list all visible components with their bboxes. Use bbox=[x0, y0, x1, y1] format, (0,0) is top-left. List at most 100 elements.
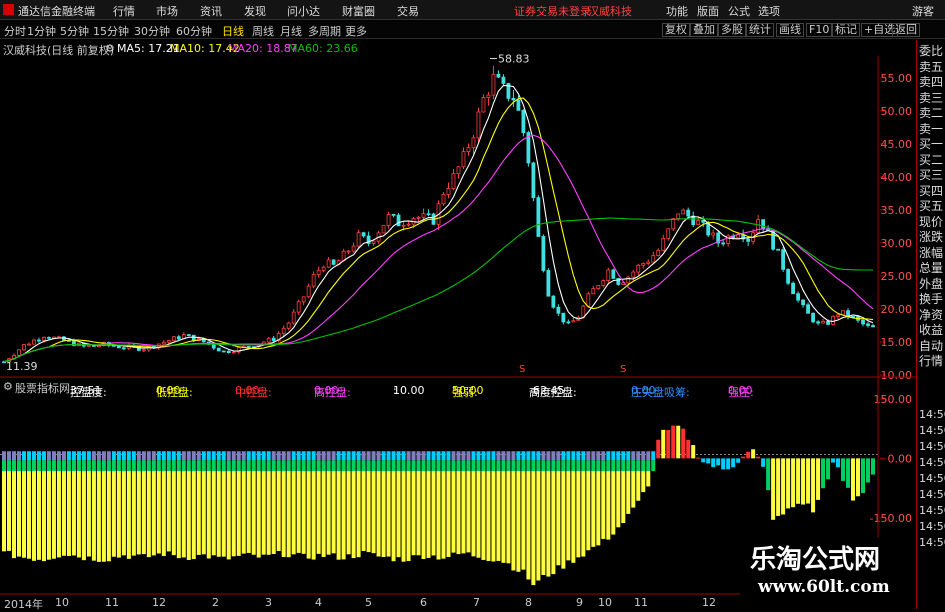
candle-body bbox=[546, 270, 551, 297]
indicator-band-top bbox=[281, 451, 286, 461]
indicator-band-green bbox=[546, 460, 551, 472]
indicator-band-green bbox=[351, 460, 356, 472]
indicator-bar bbox=[226, 471, 231, 560]
indicator-band-green bbox=[91, 460, 96, 472]
indicator-band-green bbox=[381, 460, 386, 472]
indicator-band-top bbox=[156, 451, 161, 461]
indicator-value-number: 0.00 bbox=[235, 384, 260, 397]
price-tick-label: 55.00 bbox=[881, 72, 913, 85]
indicator-bar bbox=[376, 471, 381, 557]
settings-icon[interactable]: ⚙ bbox=[105, 42, 115, 55]
candle-body bbox=[491, 73, 496, 96]
indicator-band-top bbox=[151, 451, 156, 461]
indicator-band-green bbox=[56, 460, 61, 472]
indicator-band-green bbox=[481, 460, 486, 472]
indicator-band-green bbox=[46, 460, 51, 472]
indicator-bar bbox=[306, 471, 311, 559]
indicator-band-top bbox=[256, 451, 261, 461]
indicator-bar bbox=[326, 471, 331, 555]
indicator-band-green bbox=[436, 460, 441, 472]
indicator-legend: ⚙ 股票指标网 控盘度: 37.51 低控盘: 0.00 中控盘: 0.00 高控盘:… bbox=[0, 378, 900, 399]
indicator-bar bbox=[516, 471, 521, 572]
indicator-bar bbox=[286, 471, 291, 558]
indicator-band-top bbox=[246, 451, 251, 461]
indicator-bar bbox=[601, 471, 606, 539]
indicator-band-green bbox=[456, 460, 461, 472]
indicator-band-top bbox=[511, 451, 516, 461]
indicator-band-green bbox=[361, 460, 366, 472]
candle-body bbox=[47, 337, 51, 339]
indicator-bar bbox=[216, 471, 221, 557]
indicator-band-top bbox=[131, 451, 136, 461]
indicator-bar bbox=[126, 471, 131, 559]
indicator-band-top bbox=[261, 451, 266, 461]
indicator-bar bbox=[351, 471, 356, 559]
indicator-band-top bbox=[116, 451, 121, 461]
indicator-bar bbox=[31, 471, 36, 561]
indicator-bar bbox=[256, 471, 261, 558]
candle-body bbox=[831, 315, 835, 325]
indicator-bar bbox=[251, 471, 256, 555]
candle-body bbox=[456, 166, 461, 175]
indicator-band-top bbox=[306, 451, 311, 461]
indicator-bar bbox=[711, 458, 716, 468]
indicator-bar bbox=[316, 471, 321, 554]
indicator-bar bbox=[121, 471, 126, 556]
indicator-band-top bbox=[606, 451, 611, 461]
indicator-band-green bbox=[356, 460, 361, 472]
x-axis-label: 9 bbox=[576, 596, 583, 609]
indicator-band-top bbox=[641, 451, 646, 461]
indicator-bar bbox=[646, 471, 651, 487]
indicator-bar bbox=[756, 456, 761, 459]
indicator-band-top bbox=[231, 451, 236, 461]
indicator-band-top bbox=[651, 451, 656, 461]
indicator-bar bbox=[771, 458, 776, 520]
indicator-band-top bbox=[141, 451, 146, 461]
indicator-band-green bbox=[166, 460, 171, 472]
indicator-band-top bbox=[401, 451, 406, 461]
indicator-band-green bbox=[281, 460, 286, 472]
indicator-band-green bbox=[161, 460, 166, 472]
indicator-band-green bbox=[536, 460, 541, 472]
candle-body bbox=[211, 343, 216, 349]
indicator-bar bbox=[806, 458, 811, 504]
indicator-band-top bbox=[271, 451, 276, 461]
indicator-bar bbox=[381, 471, 386, 558]
indicator-band-green bbox=[531, 460, 536, 472]
indicator-band-top bbox=[291, 451, 296, 461]
indicator-band-top bbox=[351, 451, 356, 461]
indicator-value-number: 50.00 bbox=[452, 384, 484, 397]
indicator-band-green bbox=[441, 460, 446, 472]
candle-body bbox=[141, 349, 146, 352]
candle-body bbox=[386, 213, 391, 226]
indicator-bar bbox=[261, 471, 266, 555]
indicator-band-green bbox=[396, 460, 401, 472]
candle-body bbox=[816, 321, 820, 324]
indicator-band-green bbox=[616, 460, 621, 472]
candle-body bbox=[466, 147, 471, 152]
indicator-band-green bbox=[336, 460, 341, 472]
indicator-settings-icon[interactable]: ⚙ bbox=[3, 380, 13, 393]
indicator-band-green bbox=[636, 460, 641, 472]
kline-chart[interactable]: 55.0050.0045.0040.0035.0030.0025.0020.00… bbox=[0, 0, 945, 609]
indicator-band-green bbox=[96, 460, 101, 472]
indicator-bar bbox=[146, 471, 151, 558]
indicator-bar bbox=[621, 471, 626, 524]
indicator-value-number: 0.00 bbox=[156, 384, 181, 397]
indicator-name[interactable]: 股票指标网 bbox=[15, 380, 70, 396]
indicator-bar bbox=[386, 471, 391, 557]
indicator-band-green bbox=[576, 460, 581, 472]
indicator-band-green bbox=[6, 460, 11, 472]
candle-body bbox=[721, 242, 726, 245]
indicator-band-top bbox=[481, 451, 486, 461]
candle-body bbox=[601, 280, 606, 286]
indicator-bar bbox=[131, 471, 136, 556]
x-axis-label: 5 bbox=[365, 596, 372, 609]
tick-time-label: 14:50 bbox=[919, 408, 945, 421]
indicator-band-green bbox=[476, 460, 481, 472]
indicator-band-top bbox=[491, 451, 496, 461]
price-tick-label: 40.00 bbox=[881, 171, 913, 184]
indicator-band-top bbox=[391, 451, 396, 461]
indicator-band-top bbox=[316, 451, 321, 461]
candle-body bbox=[591, 288, 596, 295]
